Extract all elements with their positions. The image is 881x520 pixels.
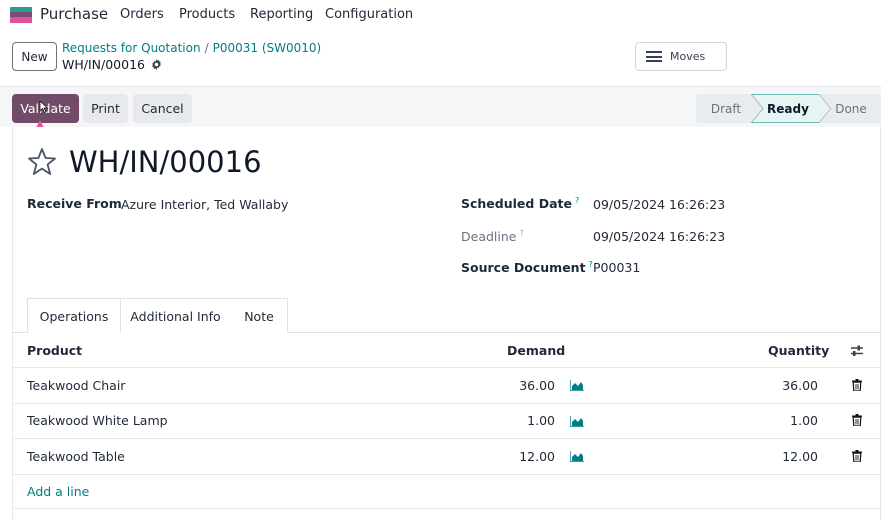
control-panel: New Requests for Quotation / P00031 (SW001… (0, 30, 881, 87)
moves-label: Moves (670, 50, 706, 63)
purchase-app-icon[interactable] (10, 7, 32, 23)
forecast-chart-icon[interactable] (570, 451, 584, 462)
tab-note[interactable]: Note (231, 298, 288, 333)
nav-configuration[interactable]: Configuration (325, 7, 413, 22)
step-done[interactable]: Done (835, 102, 867, 116)
column-header-quantity[interactable]: Quantity (768, 343, 829, 358)
demand-cell[interactable]: 1.00 (475, 413, 555, 428)
tab-additional-info[interactable]: Additional Info (120, 298, 232, 333)
source-document-label: Source Document? (461, 260, 593, 275)
column-header-product[interactable]: Product (27, 343, 82, 358)
row-divider (12, 403, 881, 404)
moves-smart-button[interactable]: Moves (635, 42, 727, 71)
quantity-cell[interactable]: 1.00 (738, 413, 818, 428)
scheduled-date-label: Scheduled Date? (461, 196, 580, 211)
form-statusbar: Validate Print Cancel Draft Ready Done (0, 87, 881, 127)
nav-orders[interactable]: Orders (120, 7, 164, 22)
quantity-cell[interactable]: 12.00 (738, 449, 818, 464)
trash-icon[interactable] (852, 379, 862, 391)
record-name-row: WH/IN/00016 (62, 57, 162, 72)
breadcrumb-rfq[interactable]: Requests for Quotation (62, 41, 201, 55)
cancel-button[interactable]: Cancel (133, 94, 192, 123)
demand-cell[interactable]: 36.00 (475, 378, 555, 393)
row-divider (12, 474, 881, 475)
nav-reporting[interactable]: Reporting (250, 7, 313, 22)
quantity-cell[interactable]: 36.00 (738, 378, 818, 393)
record-name: WH/IN/00016 (62, 57, 145, 72)
row-divider (12, 438, 881, 439)
trash-icon[interactable] (852, 450, 862, 462)
gear-icon[interactable] (151, 59, 162, 70)
breadcrumb-separator: / (204, 41, 209, 55)
help-icon[interactable]: ? (575, 196, 579, 205)
trash-icon[interactable] (852, 414, 862, 426)
forecast-chart-icon[interactable] (570, 416, 584, 427)
nav-products[interactable]: Products (179, 7, 235, 22)
help-icon[interactable]: ? (519, 229, 523, 238)
column-header-demand[interactable]: Demand (507, 343, 565, 358)
print-button[interactable]: Print (83, 94, 128, 123)
deadline-field[interactable]: 09/05/2024 16:26:23 (593, 229, 725, 244)
product-cell[interactable]: Teakwood Table (27, 449, 125, 464)
record-title: WH/IN/00016 (69, 145, 262, 179)
source-document-field[interactable]: P00031 (593, 260, 640, 275)
tab-operations[interactable]: Operations (27, 298, 121, 333)
add-a-line-link[interactable]: Add a line (27, 484, 89, 499)
top-navbar: Purchase Orders Products Reporting Confi… (0, 0, 881, 30)
row-divider (12, 508, 881, 509)
breadcrumb-po[interactable]: P00031 (SW0010) (213, 41, 322, 55)
breadcrumb: Requests for Quotation / P00031 (SW0010) (62, 41, 321, 55)
app-name[interactable]: Purchase (40, 5, 108, 23)
deadline-label: Deadline? (461, 229, 524, 244)
favorite-star-icon[interactable] (27, 147, 57, 177)
forecast-chart-icon[interactable] (570, 380, 584, 391)
mouse-cursor-icon (39, 101, 49, 113)
step-ready[interactable]: Ready (767, 102, 809, 116)
demand-cell[interactable]: 12.00 (475, 449, 555, 464)
scheduled-date-field[interactable]: 09/05/2024 16:26:23 (593, 197, 725, 212)
product-cell[interactable]: Teakwood Chair (27, 378, 125, 393)
product-cell[interactable]: Teakwood White Lamp (27, 413, 168, 428)
status-steps: Draft Ready Done (696, 94, 881, 123)
optional-columns-icon[interactable] (850, 344, 864, 357)
list-icon (646, 51, 662, 62)
new-button[interactable]: New (12, 42, 57, 71)
header-divider (12, 367, 881, 368)
receive-from-label: Receive From (27, 196, 122, 211)
receive-from-field[interactable]: Azure Interior, Ted Wallaby (121, 197, 288, 212)
step-draft[interactable]: Draft (711, 102, 742, 116)
